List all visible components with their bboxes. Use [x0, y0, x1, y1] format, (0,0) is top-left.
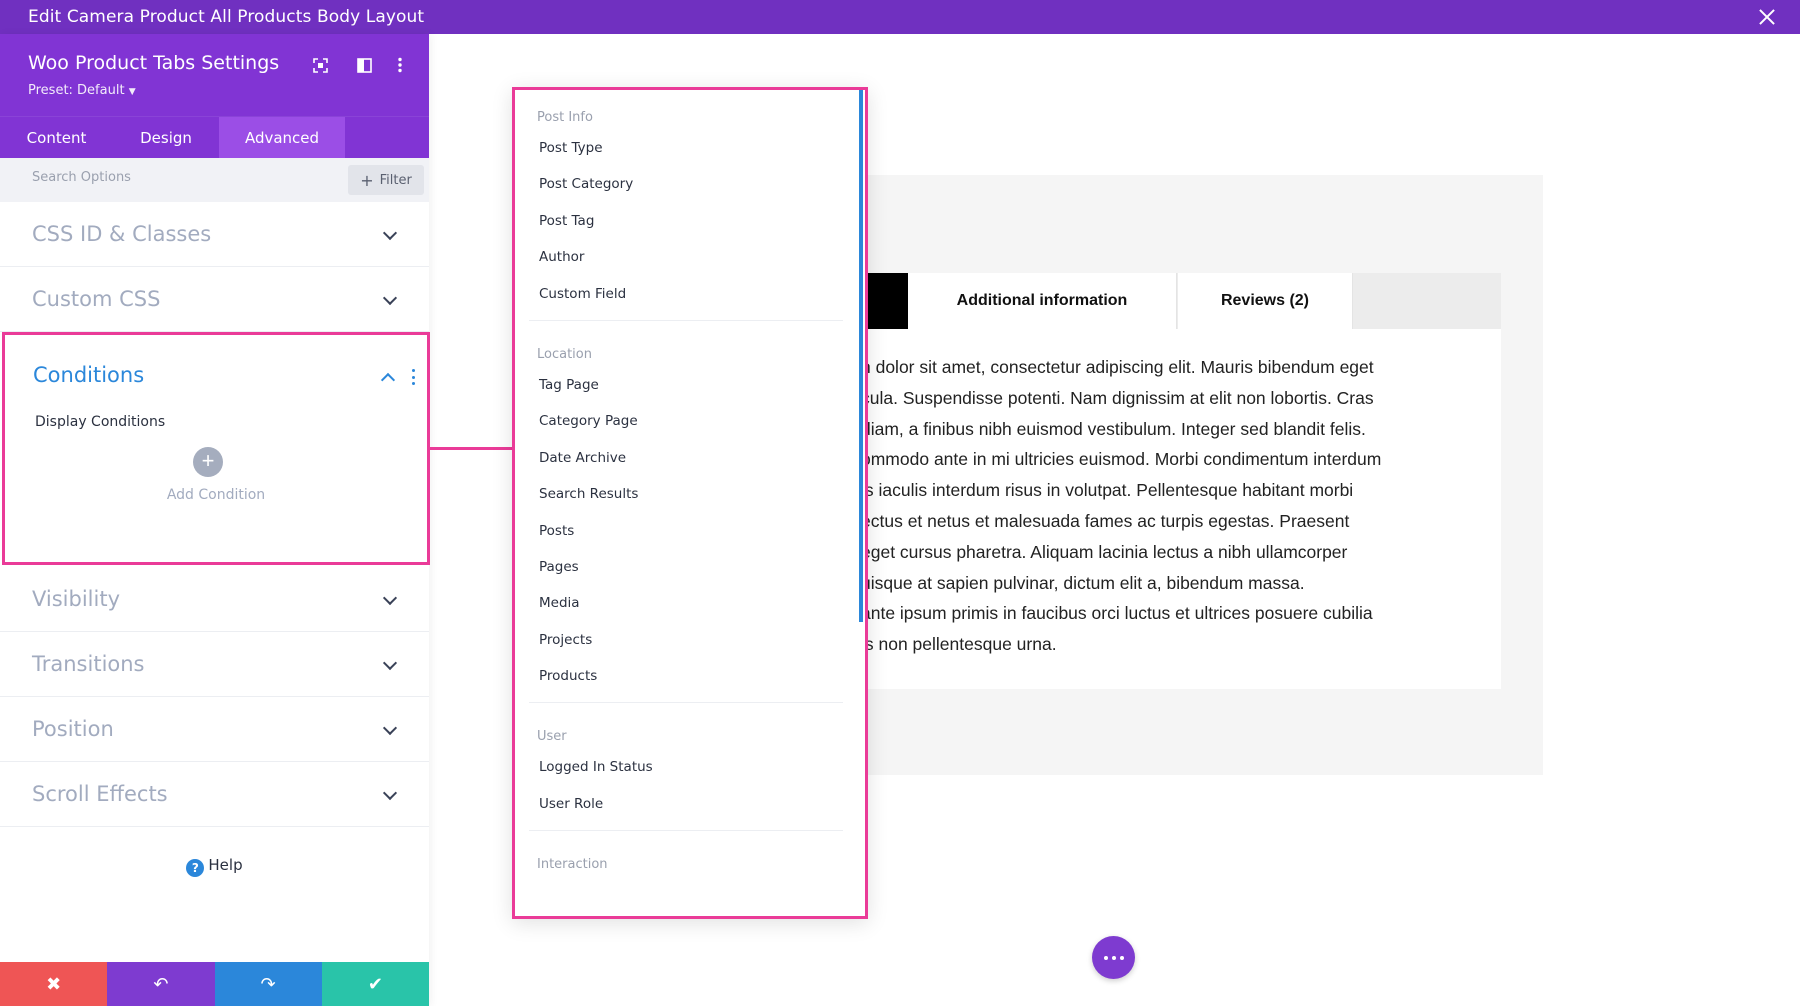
tab-content[interactable]: Content — [0, 117, 113, 159]
section-title: Custom CSS — [32, 287, 161, 311]
caret-down-icon: ▼ — [128, 87, 136, 97]
add-condition-button[interactable]: + — [193, 447, 223, 477]
more-options-icon[interactable] — [391, 56, 409, 74]
help-icon: ? — [186, 859, 205, 877]
window-titlebar: Edit Camera Product All Products Body La… — [0, 0, 1800, 34]
content-line: ectus et netus et malesuada fames ac tur… — [861, 510, 1350, 531]
undo-button[interactable]: ↶ — [107, 962, 215, 1006]
section-title: CSS ID & Classes — [32, 222, 212, 246]
content-line: is non pellentesque urna. — [861, 634, 1057, 655]
close-icon[interactable] — [1756, 6, 1778, 28]
chevron-down-icon — [382, 720, 398, 736]
builder-menu-button[interactable] — [1092, 936, 1135, 979]
section-position[interactable]: Position — [0, 697, 429, 762]
plus-icon: + — [360, 170, 374, 190]
dropdown-group: Interaction — [515, 831, 865, 885]
chevron-down-icon — [382, 590, 398, 606]
dropdown-option[interactable]: Products — [515, 666, 865, 702]
search-options-bar: Search Options + Filter — [0, 158, 429, 202]
dropdown-option[interactable]: Post Category — [515, 174, 865, 210]
tab-reviews[interactable]: Reviews (2) — [1178, 273, 1353, 329]
display-conditions-label: Display Conditions — [35, 414, 166, 430]
dropdown-option[interactable]: Posts — [515, 521, 865, 557]
chevron-up-icon[interactable] — [380, 372, 396, 388]
dot-icon — [1111, 955, 1116, 960]
dropdown-group-heading: Location — [537, 346, 592, 362]
save-button[interactable]: ✔ — [321, 962, 429, 1006]
content-line: eget cursus pharetra. Aliquam lacinia le… — [861, 541, 1348, 562]
dropdown-scrollbar[interactable] — [859, 90, 863, 622]
dropdown-option[interactable]: Logged In Status — [515, 757, 865, 793]
content-line: n dolor sit amet, consectetur adipiscing… — [861, 357, 1374, 377]
tab-design[interactable]: Design — [113, 117, 219, 159]
section-visibility[interactable]: Visibility — [0, 567, 429, 632]
section-transitions[interactable]: Transitions — [0, 632, 429, 697]
window-title: Edit Camera Product All Products Body La… — [28, 7, 425, 27]
dropdown-option[interactable]: Custom Field — [515, 284, 865, 320]
discard-button[interactable]: ✖ — [0, 962, 108, 1006]
panel-title: Woo Product Tabs Settings — [28, 52, 280, 74]
split-view-icon[interactable] — [355, 56, 373, 74]
content-line: cula. Suspendisse potenti. Nam dignissim… — [861, 387, 1374, 408]
chevron-down-icon — [382, 785, 398, 801]
chevron-down-icon — [382, 225, 398, 241]
section-custom-css[interactable]: Custom CSS — [0, 267, 429, 332]
panel-action-bar: ✖ ↶ ↷ ✔ — [0, 962, 429, 1006]
dropdown-option[interactable]: Search Results — [515, 484, 865, 520]
content-line: ante ipsum primis in faucibus orci luctu… — [861, 603, 1373, 624]
dropdown-option[interactable]: Category Page — [515, 411, 865, 447]
highlight-connector-line — [430, 447, 513, 450]
preset-label: Preset: Default — [28, 83, 125, 98]
dropdown-option[interactable]: User Role — [515, 794, 865, 830]
dropdown-option[interactable]: Projects — [515, 630, 865, 666]
conditions-title[interactable]: Conditions — [33, 363, 144, 387]
dropdown-group-heading: Interaction — [537, 857, 608, 873]
chevron-down-icon — [382, 655, 398, 671]
dropdown-group-heading: User — [537, 729, 567, 745]
dropdown-option[interactable]: Media — [515, 593, 865, 629]
content-line: diam, a finibus nibh euismod vestibulum.… — [861, 418, 1366, 439]
panel-header: Woo Product Tabs Settings Preset: Defaul… — [0, 34, 429, 116]
condition-type-dropdown: Post Info Post Type Post Category Post Tag A… — [512, 87, 868, 919]
kebab-menu-icon[interactable] — [412, 369, 416, 385]
help-label: Help — [208, 856, 243, 874]
add-condition-label[interactable]: Add Condition — [5, 487, 427, 503]
section-css-id-classes[interactable]: CSS ID & Classes — [0, 202, 429, 267]
dropdown-option[interactable]: Author — [515, 247, 865, 283]
dropdown-option[interactable]: Pages — [515, 557, 865, 593]
content-line: is iaculis interdum risus in volutpat. P… — [861, 480, 1354, 501]
dropdown-group: Location Tag Page Category Page Date Archiv… — [515, 321, 865, 703]
help-link[interactable]: ? Help — [0, 856, 429, 877]
panel-tabs: Content Design Advanced — [0, 116, 429, 159]
dropdown-option[interactable]: Post Type — [515, 138, 865, 174]
tab-content-text: n dolor sit amet, consectetur adipiscing… — [861, 357, 1481, 665]
section-conditions: Conditions Display Conditions + Add Cond… — [2, 332, 430, 565]
section-title: Scroll Effects — [32, 782, 168, 806]
fullscreen-icon[interactable] — [311, 56, 329, 74]
dropdown-group-heading: Post Info — [537, 110, 593, 125]
dropdown-option[interactable]: Tag Page — [515, 375, 865, 411]
section-scroll-effects[interactable]: Scroll Effects — [0, 762, 429, 827]
redo-button[interactable]: ↷ — [214, 962, 322, 1006]
search-input[interactable]: Search Options — [32, 170, 131, 185]
chevron-down-icon — [382, 290, 398, 306]
tab-additional-information[interactable]: Additional information — [908, 273, 1177, 329]
section-title: Visibility — [32, 587, 121, 611]
section-title: Transitions — [32, 652, 145, 676]
content-line: uisque at sapien pulvinar, dictum elit a… — [861, 572, 1305, 593]
dropdown-option[interactable]: Date Archive — [515, 448, 865, 484]
dropdown-group: User Logged In Status User Role — [515, 703, 865, 830]
section-title: Position — [32, 717, 114, 741]
tab-advanced[interactable]: Advanced — [219, 117, 345, 159]
dot-icon — [1103, 955, 1108, 960]
preset-selector[interactable]: Preset: Default ▼ — [28, 83, 136, 98]
dropdown-list: Post Info Post Type Post Category Post Tag A… — [515, 90, 865, 885]
filter-label: Filter — [379, 172, 412, 188]
content-line: ommodo ante in mi ultricies euismod. Mor… — [861, 449, 1382, 470]
dropdown-option[interactable]: Post Tag — [515, 211, 865, 247]
dropdown-group: Post Info Post Type Post Category Post Tag A… — [515, 90, 865, 320]
dot-icon — [1119, 955, 1124, 960]
filter-button[interactable]: + Filter — [348, 165, 424, 195]
